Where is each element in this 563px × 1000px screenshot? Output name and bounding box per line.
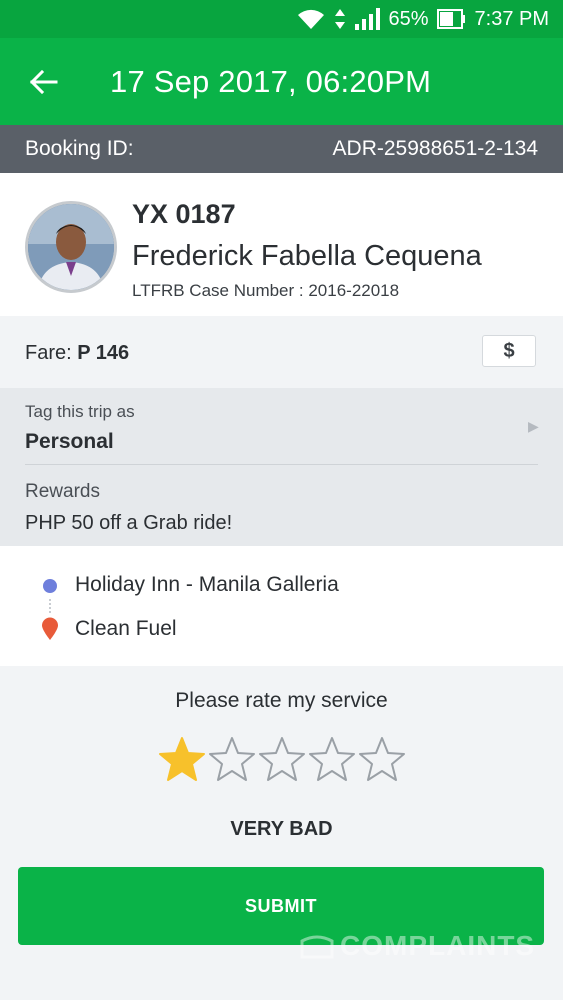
pickup-dot-icon — [43, 579, 57, 593]
star-1-icon[interactable] — [157, 735, 207, 785]
arrow-left-icon — [30, 69, 58, 94]
data-arrows-icon — [334, 7, 346, 31]
watermark: COMPLAINTS — [300, 930, 535, 962]
battery-icon — [436, 7, 467, 31]
star-2-icon[interactable] — [207, 735, 257, 785]
tag-trip-selector[interactable]: Tag this trip as Personal ▶ — [0, 388, 563, 465]
booking-id-label: Booking ID: — [25, 137, 134, 160]
fare-row: Fare: P 146 $ — [0, 316, 563, 388]
page-title: 17 Sep 2017, 06:20PM — [110, 63, 432, 99]
star-4-icon[interactable] — [307, 735, 357, 785]
clock: 7:37 PM — [474, 7, 549, 30]
cash-payment-button[interactable]: $ — [482, 335, 536, 367]
fare-label: Fare: — [25, 342, 78, 364]
dropoff-location: Clean Fuel — [75, 617, 177, 640]
vehicle-plate: YX 0187 — [132, 199, 236, 229]
star-5-icon[interactable] — [357, 735, 407, 785]
pickup-location: Holiday Inn - Manila Galleria — [75, 573, 339, 596]
signal-icon — [354, 7, 381, 31]
wifi-icon — [296, 7, 326, 31]
route-card: Holiday Inn - Manila Galleria Clean Fuel — [0, 546, 563, 666]
watermark-text: COMPLAINTS — [340, 930, 536, 961]
battery-percent: 65% — [388, 7, 429, 30]
fare-text: Fare: P 146 — [25, 342, 129, 365]
rewards-value: PHP 50 off a Grab ride! — [25, 512, 233, 534]
fare-amount: P 146 — [77, 342, 130, 364]
driver-name: Frederick Fabella Cequena — [132, 240, 482, 272]
star-3-icon[interactable] — [257, 735, 307, 785]
watermark-logo-icon — [300, 935, 334, 959]
booking-id-value: ADR-25988651-2-134 — [332, 137, 538, 160]
divider — [25, 464, 538, 465]
star-rating — [157, 735, 407, 785]
trip-details: Tag this trip as Personal ▶ Rewards PHP … — [0, 388, 563, 546]
tag-value: Personal — [25, 430, 114, 453]
route-line — [49, 599, 51, 613]
app-bar: 17 Sep 2017, 06:20PM — [0, 38, 563, 125]
back-button[interactable] — [14, 52, 74, 112]
driver-card: YX 0187 Frederick Fabella Cequena LTFRB … — [0, 173, 563, 316]
booking-id-row: Booking ID: ADR-25988651-2-134 — [0, 125, 563, 173]
dollar-icon: $ — [503, 339, 515, 362]
rating-label: VERY BAD — [230, 818, 333, 840]
dropoff-pin-icon — [42, 617, 58, 640]
tag-label: Tag this trip as — [25, 402, 135, 421]
rewards-label: Rewards — [25, 481, 100, 502]
case-number: LTFRB Case Number : 2016-22018 — [132, 281, 400, 300]
status-bar: 65% 7:37 PM — [0, 0, 563, 38]
driver-avatar — [25, 201, 117, 293]
chevron-right-icon: ▶ — [528, 418, 539, 434]
rating-prompt: Please rate my service — [175, 689, 388, 712]
submit-label: SUBMIT — [245, 895, 317, 916]
